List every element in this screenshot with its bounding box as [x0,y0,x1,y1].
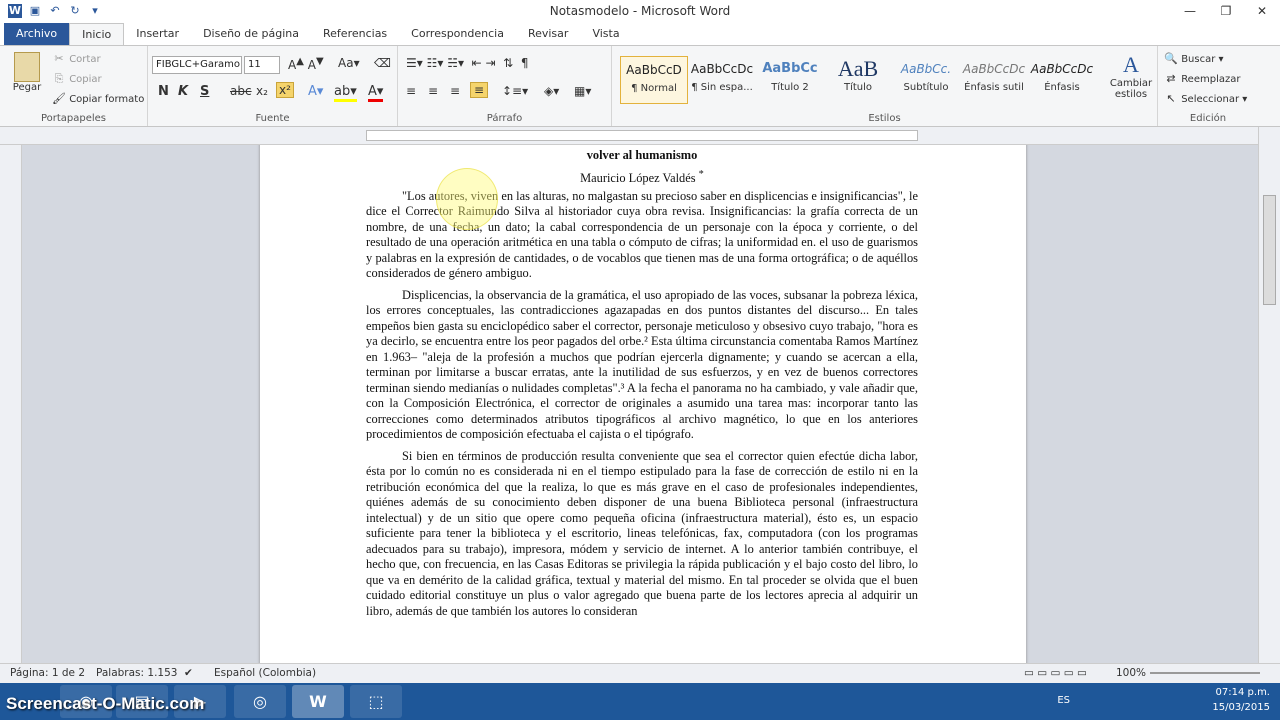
paragraph-2: Displicencias, la observancia de la gram… [366,287,918,442]
underline-button[interactable]: S [200,84,209,99]
clear-format-icon[interactable]: ⌫ [374,56,391,70]
paragraph-group: ☰▾ ☷▾ ☵▾ ⇤ ⇥ ⇅ ¶ ≡ ≡ ≡ ≡ ↕≡▾ ◈▾ ▦▾ Párra… [398,46,612,126]
copy-icon: ⎘ [54,72,64,85]
view-buttons[interactable]: ▭ ▭ ▭ ▭ ▭ [1024,667,1087,679]
justify-button[interactable]: ≡ [470,82,489,98]
align-left-button[interactable]: ≡ [406,84,416,98]
tab-referencias[interactable]: Referencias [311,23,399,45]
status-bar: Página: 1 de 2 Palabras: 1.153 ✔ Español… [0,663,1280,683]
page-count[interactable]: Página: 1 de 2 [10,667,85,679]
highlight-button[interactable]: ab▾ [334,84,357,102]
clipboard-icon [14,52,40,82]
paragraph-label: Párrafo [486,113,523,124]
bullets-button[interactable]: ☰▾ ☷▾ ☵▾ ⇤ ⇥ ⇅ ¶ [406,56,528,70]
align-center-button[interactable]: ≡ [428,84,438,98]
change-styles-button[interactable]: A Cambiar estilos [1108,52,1154,100]
shading-button[interactable]: ◈▾ [544,84,559,98]
tab-diseno-pagina[interactable]: Diseño de página [191,23,311,45]
taskbar-capture-icon[interactable]: ⬚ [350,685,402,718]
line-spacing-button[interactable]: ↕≡▾ [502,84,528,98]
change-case-button[interactable]: Aa▾ [338,56,360,70]
title-bar: W ▣ ↶ ↻ ▾ Notasmodelo - Microsoft Word —… [0,0,1280,22]
bold-button[interactable]: N [158,84,169,99]
paragraph-3: Si bien en términos de producción result… [366,448,918,618]
style-subtitulo[interactable]: AaBbCc. Subtítulo [892,56,960,104]
cursor-icon: ↖ [1166,92,1176,105]
vertical-ruler[interactable] [0,145,22,663]
doc-title: volver al humanismo [586,148,698,162]
tab-vista[interactable]: Vista [580,23,631,45]
subscript-button[interactable]: x₂ [256,84,268,98]
style-normal[interactable]: AaBbCcD ¶ Normal [620,56,688,104]
ruler-margin [366,130,918,141]
editing-label: Edición [1189,113,1227,124]
replace-icon: ⇄ [1166,72,1176,85]
close-button[interactable]: ✕ [1244,0,1280,22]
tray-time: 07:14 p.m. [1215,687,1270,698]
tray-date: 15/03/2015 [1212,702,1270,713]
format-painter-button[interactable]: 🖌 Copiar formato [52,92,144,106]
tray-language[interactable]: ES [1057,693,1070,708]
italic-button[interactable]: K [178,84,188,99]
font-group: FIBGLC+Garamo 11 A▲ A▼ Aa▾ ⌫ N K S abc x… [148,46,398,126]
paste-button[interactable]: Pegar [10,52,44,93]
binoculars-icon: 🔍 [1164,52,1178,65]
proofing-icon[interactable]: ✔ [184,667,193,679]
vertical-scrollbar[interactable] [1258,127,1280,663]
ribbon-tabs: Archivo Inicio Insertar Diseño de página… [0,22,1280,45]
brush-icon: 🖌 [52,92,66,105]
find-button[interactable]: 🔍 Buscar ▾ [1164,52,1223,66]
author-footnote: * [698,169,704,180]
clipboard-group: Pegar ✂ Cortar ⎘ Copiar 🖌 Copiar formato… [0,46,148,126]
tab-revisar[interactable]: Revisar [516,23,580,45]
window-title: Notasmodelo - Microsoft Word [549,4,731,18]
replace-button[interactable]: ⇄ Reemplazar [1164,72,1240,86]
horizontal-ruler[interactable] [0,127,1280,145]
superscript-button[interactable]: x² [276,82,294,98]
change-styles-icon: A [1123,52,1139,77]
style-enfasis[interactable]: AaBbCcDc Énfasis [1028,56,1096,104]
taskbar-word-icon[interactable]: W [292,685,344,718]
style-titulo[interactable]: AaB Título [824,56,892,104]
styles-label: Estilos [868,113,901,124]
scissors-icon: ✂ [54,52,64,65]
maximize-button[interactable]: ❐ [1208,0,1244,22]
system-tray: ES 07:14 p.m. 15/03/2015 [1057,685,1270,715]
text-effects-button[interactable]: A▾ [308,84,323,99]
style-titulo-2[interactable]: AaBbCc Título 2 [756,56,824,104]
align-right-button[interactable]: ≡ [450,84,460,98]
styles-group: AaBbCcD ¶ Normal AaBbCcDc ¶ Sin espa... Aa… [612,46,1158,126]
style-sin-espaciado[interactable]: AaBbCcDc ¶ Sin espa... [688,56,756,104]
font-family-select[interactable]: FIBGLC+Garamo [152,56,242,74]
tab-correspondencia[interactable]: Correspondencia [399,23,516,45]
language-status[interactable]: Español (Colombia) [214,667,316,679]
document-canvas: volver al humanismo Mauricio López Valdé… [22,145,1258,663]
cursor-highlight [436,168,498,230]
font-label: Fuente [255,113,290,124]
zoom-level[interactable]: 100% [1116,667,1146,679]
grow-font-button[interactable]: A▲ A▼ [288,56,324,72]
cut-button[interactable]: ✂ Cortar [52,52,100,66]
minimize-button[interactable]: — [1172,0,1208,22]
select-button[interactable]: ↖ Seleccionar ▾ [1164,92,1247,106]
tab-inicio[interactable]: Inicio [69,23,125,45]
font-size-select[interactable]: 11 [244,56,280,74]
screencast-watermark: Screencast-O-Matic.com [6,694,205,713]
ribbon: Pegar ✂ Cortar ⎘ Copiar 🖌 Copiar formato… [0,45,1280,127]
scroll-thumb[interactable] [1263,195,1276,305]
zoom-slider[interactable] [1150,672,1260,674]
taskbar-browser-icon[interactable]: ◎ [234,685,286,718]
word-count[interactable]: Palabras: 1.153 [96,667,177,679]
style-enfasis-sutil[interactable]: AaBbCcDc Énfasis sutil [960,56,1028,104]
document-page[interactable]: volver al humanismo Mauricio López Valdé… [260,145,1026,663]
strikethrough-button[interactable]: abc [230,84,252,98]
borders-button[interactable]: ▦▾ [574,84,591,98]
font-color-button[interactable]: A▾ [368,84,384,102]
tab-insertar[interactable]: Insertar [124,23,191,45]
copy-button[interactable]: ⎘ Copiar [52,72,102,86]
tab-archivo[interactable]: Archivo [4,23,70,45]
clipboard-label: Portapapeles [40,113,107,124]
editing-group: 🔍 Buscar ▾ ⇄ Reemplazar ↖ Seleccionar ▾ … [1158,46,1258,126]
